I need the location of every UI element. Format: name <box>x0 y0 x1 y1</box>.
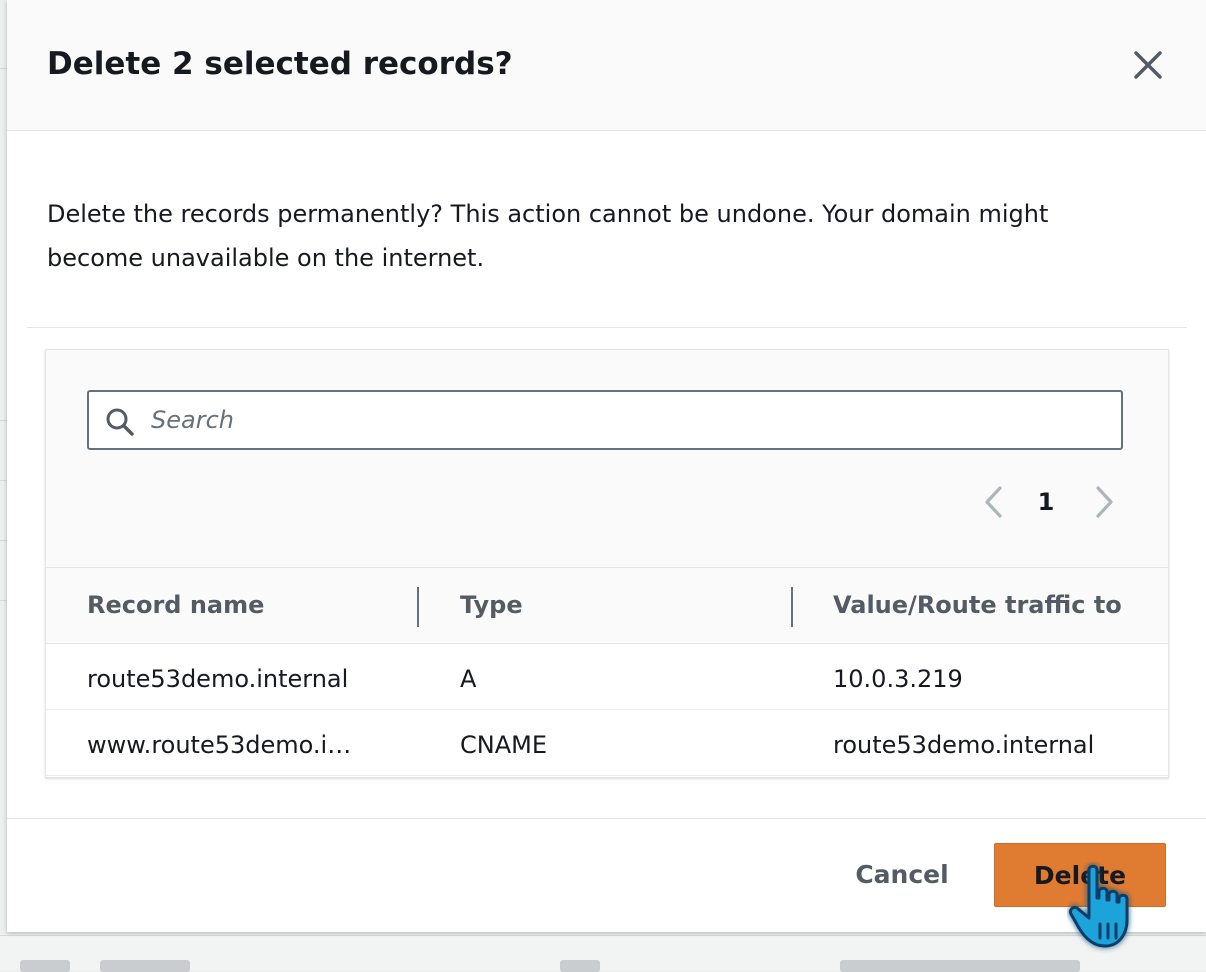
selected-records-table: 1 Record name Type Value/Route traffic t… <box>45 349 1169 778</box>
divider <box>27 327 1187 328</box>
delete-records-dialog: Delete 2 selected records? Delete the re… <box>7 0 1206 948</box>
search-input[interactable] <box>151 392 1111 448</box>
background-ghost-text <box>560 960 600 972</box>
cell-type: CNAME <box>460 731 547 759</box>
next-page-button[interactable] <box>1092 484 1116 520</box>
table-row: www.route53demo.i… CNAME route53demo.int… <box>46 710 1168 776</box>
table-header-row: Record name Type Value/Route traffic to <box>46 567 1168 644</box>
column-header-type[interactable]: Type <box>460 568 523 643</box>
close-icon <box>1134 51 1162 79</box>
column-header-record-name[interactable]: Record name <box>87 568 264 643</box>
chevron-right-icon <box>1096 486 1113 518</box>
column-resizer[interactable] <box>417 587 419 627</box>
close-button[interactable] <box>1127 44 1169 86</box>
background-ghost-text <box>840 960 1080 972</box>
dialog-header: Delete 2 selected records? <box>7 0 1206 131</box>
search-icon <box>106 408 134 436</box>
table-toolbar: 1 <box>46 350 1168 567</box>
chevron-left-icon <box>985 486 1002 518</box>
dialog-message: Delete the records permanently? This act… <box>47 200 1049 272</box>
column-header-value[interactable]: Value/Route traffic to <box>833 568 1122 643</box>
column-resizer[interactable] <box>791 587 793 627</box>
footer-divider <box>7 818 1206 819</box>
cancel-button[interactable]: Cancel <box>827 845 977 905</box>
previous-page-button[interactable] <box>982 484 1006 520</box>
cell-type: A <box>460 665 477 693</box>
cell-value: route53demo.internal <box>833 731 1095 759</box>
background-ghost-text <box>20 960 70 972</box>
delete-button[interactable]: Delete <box>994 843 1166 907</box>
dialog-title: Delete 2 selected records? <box>47 46 513 82</box>
cell-value: 10.0.3.219 <box>833 665 963 693</box>
search-box[interactable] <box>87 390 1123 450</box>
background-ghost-text <box>100 960 190 972</box>
background-table-row <box>0 935 1206 972</box>
cell-record-name: www.route53demo.i… <box>87 731 352 759</box>
page-number-current[interactable]: 1 <box>1031 484 1061 520</box>
table-row: route53demo.internal A 10.0.3.219 <box>46 644 1168 710</box>
cell-record-name: route53demo.internal <box>87 665 349 693</box>
